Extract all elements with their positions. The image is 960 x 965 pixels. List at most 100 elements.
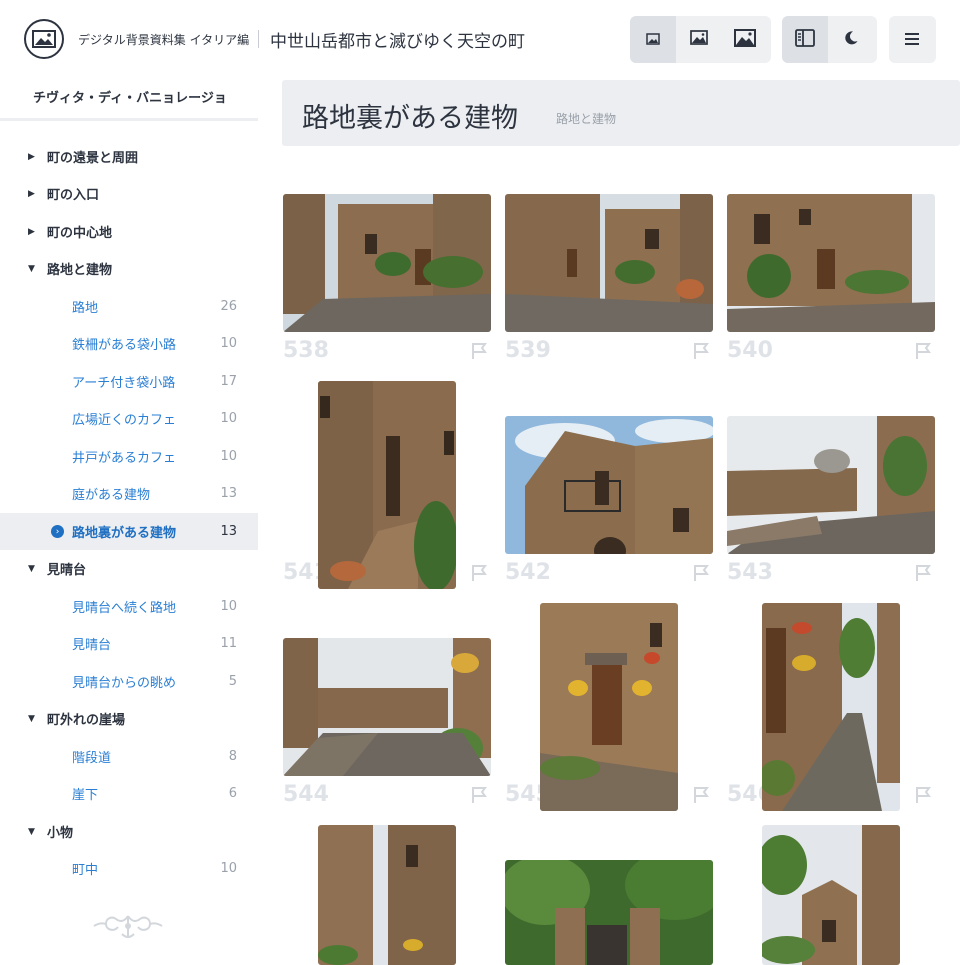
ornament-divider-icon <box>93 915 163 938</box>
caret-down-icon: ▼ <box>28 713 35 724</box>
nav-item-alley[interactable]: 路地 26 <box>0 288 258 325</box>
nav-item-count: 11 <box>220 636 237 651</box>
nav-category-town-distant[interactable]: ▶ 町の遠景と周囲 <box>0 138 258 175</box>
nav-item-label: 広場近くのカフェ <box>72 413 177 428</box>
photo-number: 540 <box>727 338 773 363</box>
sidebar-toggle-button[interactable] <box>782 16 828 63</box>
nav-item-in-town[interactable]: 町中 10 <box>0 850 258 887</box>
caret-right-icon: ▶ <box>28 226 35 237</box>
nav-item-label: 路地 <box>72 301 99 316</box>
nav-item-label: 崖下 <box>72 788 99 803</box>
nav-category-center[interactable]: ▶ 町の中心地 <box>0 213 258 250</box>
photo-thumbnail[interactable] <box>540 603 678 811</box>
flag-icon[interactable] <box>913 563 933 583</box>
nav-item-plaza-cafe[interactable]: 広場近くのカフェ 10 <box>0 400 258 437</box>
image-large-icon <box>734 28 756 51</box>
photo-image <box>762 825 900 965</box>
caret-down-icon: ▼ <box>28 563 35 574</box>
photo-image <box>318 825 456 965</box>
photo-thumbnail[interactable] <box>762 825 900 965</box>
photo-thumbnail[interactable] <box>727 194 935 332</box>
nav-item-count: 10 <box>220 449 237 464</box>
size-large-button[interactable] <box>722 16 768 63</box>
flag-icon[interactable] <box>691 563 711 583</box>
photo-thumbnail[interactable] <box>727 416 935 554</box>
nav-item-label: 見晴台からの眺め <box>72 676 177 691</box>
nav-item-iron-gate[interactable]: 鉄柵がある袋小路 10 <box>0 325 258 362</box>
menu-group <box>889 16 936 63</box>
nav-item-count: 8 <box>228 749 237 764</box>
photo-image <box>762 603 900 811</box>
nav-category-label: 町の中心地 <box>47 226 113 241</box>
photo-image <box>727 416 935 554</box>
nav-item-label: 見晴台へ続く路地 <box>72 601 177 616</box>
breadcrumb[interactable]: 路地と建物 <box>556 110 616 127</box>
nav-item-count: 17 <box>220 374 237 389</box>
photo-thumbnail[interactable] <box>283 194 491 332</box>
section-header: 路地裏がある建物 路地と建物 <box>282 80 960 146</box>
dark-mode-button[interactable] <box>828 16 874 63</box>
nav-category-props[interactable]: ▼ 小物 <box>0 813 258 850</box>
nav-item-stairs[interactable]: 階段道 8 <box>0 738 258 775</box>
caret-right-icon: ▶ <box>28 151 35 162</box>
photo-image <box>505 416 713 554</box>
photo-image <box>505 860 713 965</box>
photo-thumbnail[interactable] <box>283 638 491 776</box>
landscape-logo-icon[interactable] <box>24 19 64 59</box>
photo-thumbnail[interactable] <box>318 381 456 589</box>
photo-thumbnail[interactable] <box>505 194 713 332</box>
nav-item-label: 路地裏がある建物 <box>72 526 177 541</box>
nav-category-entrance[interactable]: ▶ 町の入口 <box>0 175 258 212</box>
nav-category-viewpoint[interactable]: ▼ 見晴台 <box>0 550 258 587</box>
flag-icon[interactable] <box>469 341 489 361</box>
nav-item-backstreet-current[interactable]: › 路地裏がある建物 13 <box>0 513 258 550</box>
view-options <box>782 16 877 63</box>
town-name[interactable]: チヴィタ・ディ・バニョレージョ <box>33 87 227 106</box>
nav-category-label: 町外れの崖場 <box>47 713 126 728</box>
flag-icon[interactable] <box>913 341 933 361</box>
flag-icon[interactable] <box>913 785 933 805</box>
size-medium-button[interactable] <box>676 16 722 63</box>
nav-item-count: 10 <box>220 599 237 614</box>
nav-item-label: 階段道 <box>72 751 112 766</box>
sidebar-divider <box>0 118 258 121</box>
nav-item-cliff-bottom[interactable]: 崖下 6 <box>0 775 258 812</box>
nav-item-count: 5 <box>228 674 237 689</box>
size-small-button[interactable] <box>630 16 676 63</box>
sidebar-icon <box>795 28 815 51</box>
caret-down-icon: ▼ <box>28 263 35 274</box>
photo-thumbnail[interactable] <box>505 416 713 554</box>
nav-item-view-from[interactable]: 見晴台からの眺め 5 <box>0 663 258 700</box>
flag-icon[interactable] <box>691 785 711 805</box>
photo-thumbnail[interactable] <box>318 825 456 965</box>
nav-category-label: 町の遠景と周囲 <box>47 151 139 166</box>
nav-item-label: 見晴台 <box>72 638 112 653</box>
nav-item-count: 6 <box>228 786 237 801</box>
photo-number: 542 <box>505 560 551 585</box>
nav-item-viewpoint[interactable]: 見晴台 11 <box>0 625 258 662</box>
nav-item-path-to-view[interactable]: 見晴台へ続く路地 10 <box>0 588 258 625</box>
nav-item-count: 26 <box>220 299 237 314</box>
flag-icon[interactable] <box>469 563 489 583</box>
page-title: 路地裏がある建物 <box>302 103 518 134</box>
photo-image <box>505 194 713 332</box>
nav-item-well-cafe[interactable]: 井戸があるカフェ 10 <box>0 438 258 475</box>
nav-item-garden[interactable]: 庭がある建物 13 <box>0 475 258 512</box>
nav-category-cliff[interactable]: ▼ 町外れの崖場 <box>0 700 258 737</box>
nav-category-alleys[interactable]: ▼ 路地と建物 <box>0 250 258 287</box>
nav-category-label: 見晴台 <box>47 563 87 578</box>
photo-number: 543 <box>727 560 773 585</box>
photo-image <box>283 638 491 776</box>
photo-image <box>540 603 678 811</box>
nav-item-arch[interactable]: アーチ付き袋小路 17 <box>0 363 258 400</box>
flag-icon[interactable] <box>469 785 489 805</box>
nav-item-count: 13 <box>220 524 237 539</box>
photo-thumbnail[interactable] <box>505 860 713 965</box>
image-small-icon <box>646 30 660 49</box>
hamburger-icon <box>905 30 919 49</box>
menu-button[interactable] <box>889 16 935 63</box>
caret-down-icon: ▼ <box>28 826 35 837</box>
brand-name[interactable]: デジタル背景資料集 イタリア編 <box>78 31 249 48</box>
photo-thumbnail[interactable] <box>762 603 900 811</box>
flag-icon[interactable] <box>691 341 711 361</box>
